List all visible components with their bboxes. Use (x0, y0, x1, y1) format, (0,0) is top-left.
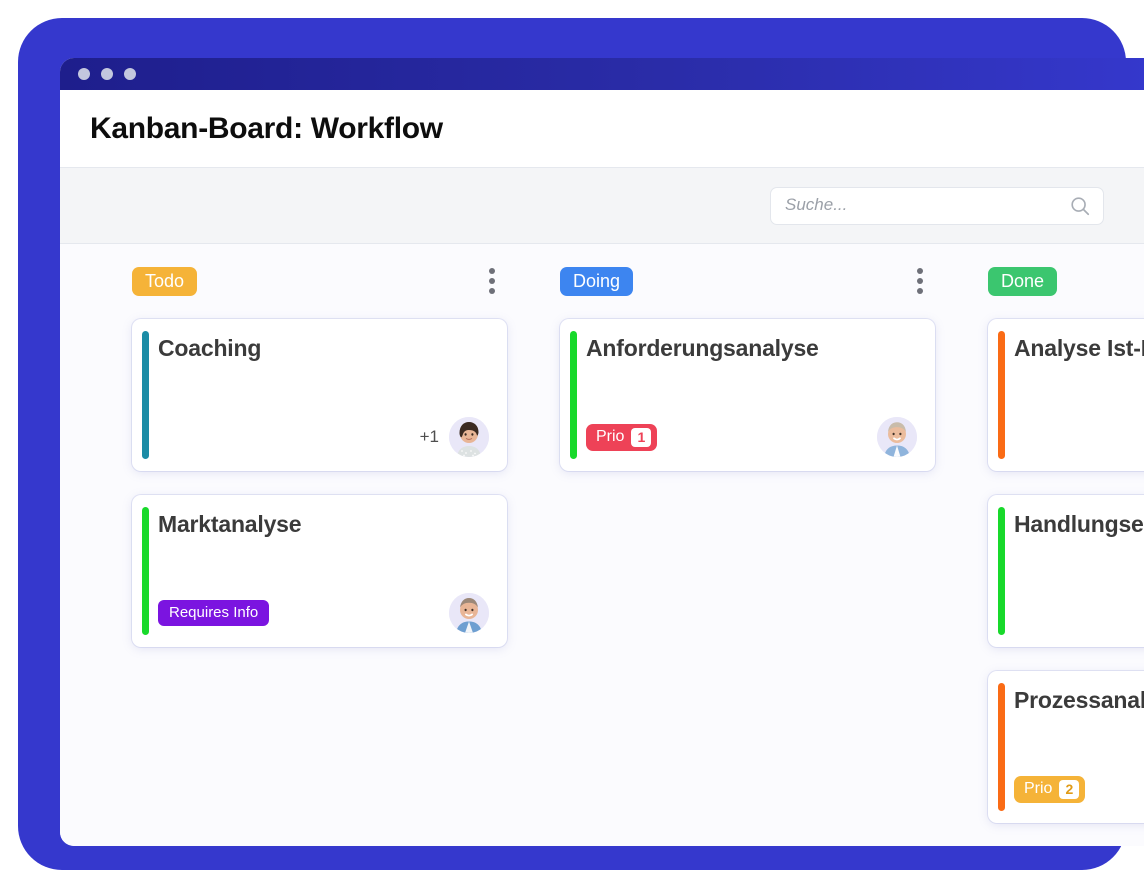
card-accent-bar (142, 331, 149, 459)
kanban-card[interactable]: Handlungsempfehlungen (988, 495, 1144, 647)
card-tag-priority[interactable]: Prio 1 (586, 423, 658, 451)
card-title: Analyse Ist-Prozesse (1014, 335, 1144, 361)
card-tags: Prio 2 (1014, 775, 1086, 803)
board-column-todo: Todo Coaching +1 Marktanalyse Requires Info (132, 266, 560, 823)
more-vertical-icon[interactable] (487, 266, 497, 296)
card-footer: Prio 1 (586, 417, 917, 457)
app-frame: Kanban-Board: Workflow Todo Coaching +1 Mar… (18, 18, 1144, 870)
card-tag-label: Prio (1024, 780, 1053, 797)
card-title: Marktanalyse (158, 511, 302, 537)
more-vertical-icon[interactable] (915, 266, 925, 296)
search-field[interactable] (770, 186, 1104, 225)
board-columns: Todo Coaching +1 Marktanalyse Requires Info D… (60, 266, 1144, 823)
card-accent-bar (998, 507, 1005, 635)
kanban-card[interactable]: Coaching +1 (132, 319, 507, 471)
card-footer (1014, 593, 1144, 633)
card-tags: Prio 1 (586, 423, 658, 451)
card-tag-label: Prio (596, 428, 625, 445)
kanban-card[interactable]: Analyse Ist-Prozesse (988, 319, 1144, 471)
card-tag-status[interactable]: Requires Info (158, 600, 270, 626)
card-footer: +1 (158, 417, 489, 457)
column-header-todo: Todo (132, 266, 560, 296)
card-accent-bar (142, 507, 149, 635)
card-accent-bar (998, 683, 1005, 811)
column-header-done: Done (988, 266, 1144, 296)
toolbar (60, 168, 1144, 244)
search-input[interactable] (770, 186, 1104, 225)
page-title: Kanban-Board: Workflow (90, 111, 443, 145)
column-header-doing: Doing (560, 266, 988, 296)
board-column-done: Done Analyse Ist-Prozesse Handlungsempfehl… (988, 266, 1144, 823)
card-title: Handlungsempfehlungen (1014, 511, 1144, 537)
card-accent-bar (570, 331, 577, 459)
card-list-doing: Anforderungsanalyse Prio 1 (560, 319, 988, 471)
assignee-overflow-count: +1 (419, 427, 439, 446)
card-footer: Prio 2 (1014, 769, 1144, 809)
card-accent-bar (998, 331, 1005, 459)
card-tags: Requires Info (158, 600, 270, 626)
board-column-doing: Doing Anforderungsanalyse Prio 1 (560, 266, 988, 823)
card-title: Anforderungsanalyse (586, 335, 819, 361)
card-list-done: Analyse Ist-Prozesse Handlungsempfehlunge… (988, 319, 1144, 823)
kanban-card[interactable]: Marktanalyse Requires Info (132, 495, 507, 647)
card-list-todo: Coaching +1 Marktanalyse Requires Info (132, 319, 560, 647)
minimize-dot[interactable] (101, 68, 113, 80)
card-footer (1014, 417, 1144, 457)
browser-window: Kanban-Board: Workflow Todo Coaching +1 Mar… (60, 58, 1144, 846)
column-title-badge-done[interactable]: Done (988, 266, 1058, 296)
card-tag-count: 1 (631, 427, 652, 447)
card-footer: Requires Info (158, 593, 489, 633)
kanban-board: Todo Coaching +1 Marktanalyse Requires Info D… (60, 244, 1144, 846)
card-tag-priority[interactable]: Prio 2 (1014, 775, 1086, 803)
card-tag-count: 2 (1059, 779, 1080, 799)
card-title: Prozessanalyse (1014, 687, 1144, 713)
kanban-card[interactable]: Anforderungsanalyse Prio 1 (560, 319, 935, 471)
card-title: Coaching (158, 335, 262, 361)
avatar[interactable] (449, 593, 489, 633)
column-title-badge-todo[interactable]: Todo (132, 266, 198, 296)
app-header: Kanban-Board: Workflow (60, 90, 1144, 168)
card-assignees (449, 593, 489, 633)
kanban-card[interactable]: Prozessanalyse Prio 2 (988, 671, 1144, 823)
avatar[interactable] (877, 417, 917, 457)
avatar[interactable] (449, 417, 489, 457)
window-title-bar (60, 58, 1144, 90)
card-assignees: +1 (420, 417, 489, 457)
card-assignees (877, 417, 917, 457)
close-dot[interactable] (78, 68, 90, 80)
maximize-dot[interactable] (124, 68, 136, 80)
column-title-badge-doing[interactable]: Doing (560, 266, 634, 296)
